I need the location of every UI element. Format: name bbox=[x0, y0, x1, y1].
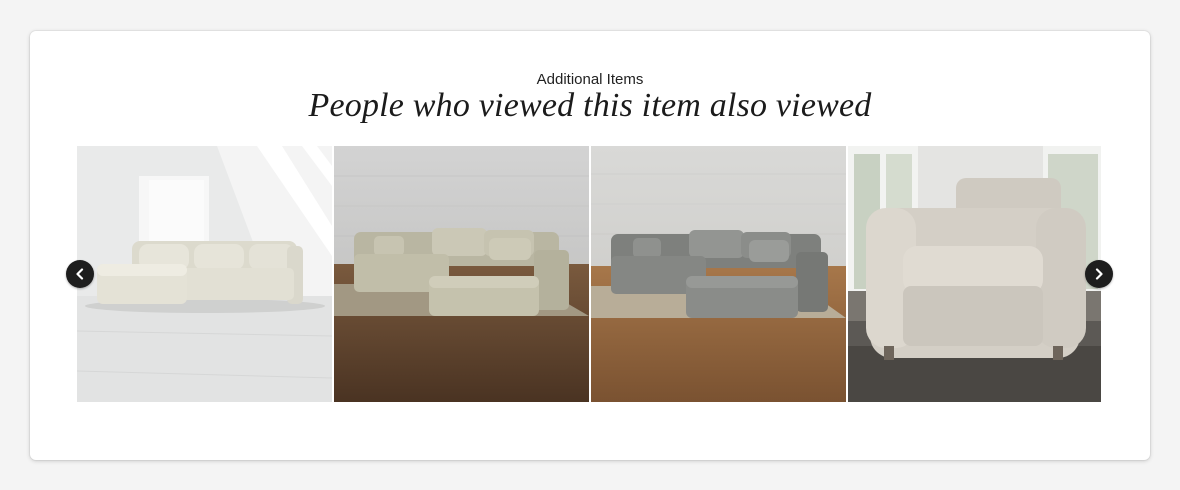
product-image bbox=[334, 146, 589, 402]
product-card[interactable] bbox=[848, 146, 1101, 402]
section-eyebrow: Additional Items bbox=[536, 71, 644, 88]
product-image bbox=[77, 146, 332, 402]
chevron-right-icon bbox=[1095, 268, 1103, 280]
product-card[interactable] bbox=[591, 146, 846, 402]
also-viewed-panel: Additional Items People who viewed this … bbox=[30, 31, 1150, 460]
product-image bbox=[848, 146, 1101, 402]
carousel-next-button[interactable] bbox=[1085, 260, 1113, 288]
carousel-prev-button[interactable] bbox=[66, 260, 94, 288]
product-card[interactable] bbox=[77, 146, 332, 402]
product-image bbox=[591, 146, 846, 402]
product-card[interactable] bbox=[334, 146, 589, 402]
chevron-left-icon bbox=[76, 268, 84, 280]
product-carousel bbox=[77, 146, 1101, 402]
section-title: People who viewed this item also viewed bbox=[308, 87, 872, 124]
